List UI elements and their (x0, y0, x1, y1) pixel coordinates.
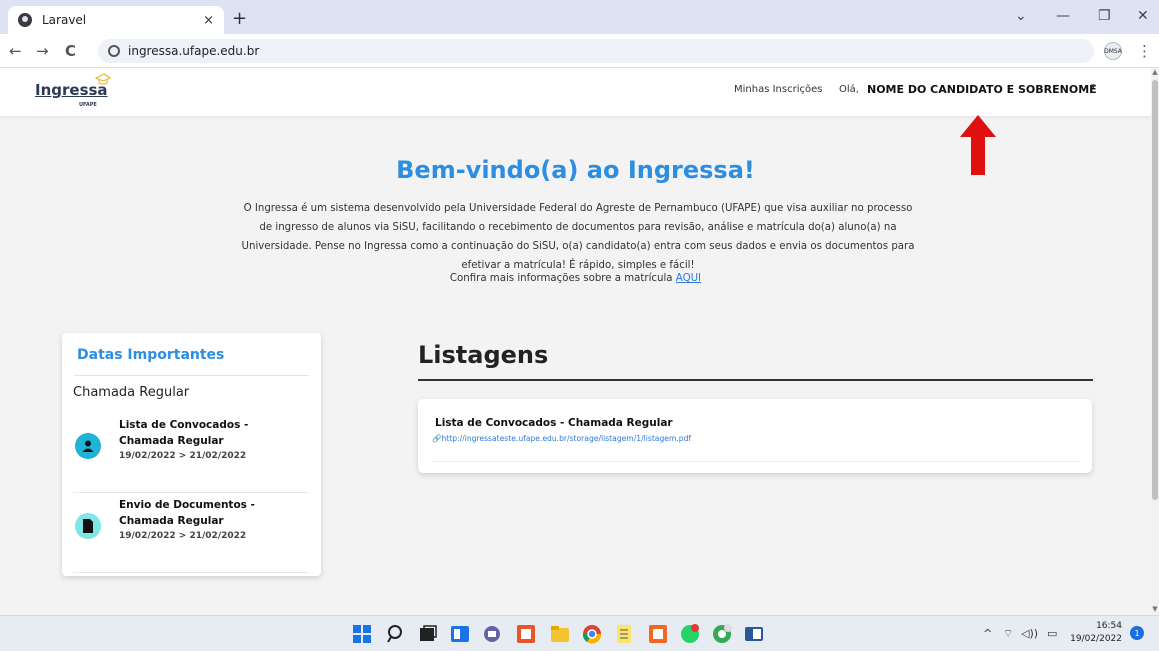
date-item-title-line: Chamada Regular (119, 515, 224, 527)
windows-taskbar: ^ ⌔ ◁)) ▭ 16:54 19/02/2022 1 (0, 615, 1159, 651)
graduation-cap-icon (95, 73, 111, 85)
forward-button[interactable]: → (36, 42, 49, 60)
task-view-icon[interactable] (418, 624, 438, 644)
word-icon[interactable] (744, 624, 764, 644)
tab-search-chevron-icon[interactable]: ⌄ (1015, 8, 1027, 24)
pdf-editor-icon[interactable] (648, 624, 668, 644)
windows-start-icon[interactable] (352, 624, 372, 644)
new-tab-button[interactable]: + (232, 8, 247, 29)
important-dates-card: Datas Importantes Chamada Regular Lista … (62, 333, 321, 576)
wifi-icon[interactable]: ⌔ (1003, 627, 1013, 641)
divider (418, 379, 1093, 381)
site-info-icon[interactable] (108, 45, 120, 57)
site-navbar: Ingressa UFAPE Minhas Inscrições Olá, NO… (0, 68, 1151, 116)
site-favicon-icon (18, 13, 32, 27)
chrome-icon[interactable] (582, 624, 602, 644)
listagem-title: Lista de Convocados - Chamada Regular (435, 417, 673, 429)
notepad-icon[interactable] (614, 624, 634, 644)
important-dates-title: Datas Importantes (77, 347, 225, 363)
more-info-text: Confira mais informações sobre a matrícu… (449, 273, 676, 284)
notification-badge[interactable]: 1 (1130, 626, 1144, 640)
system-clock[interactable]: 16:54 19/02/2022 (1068, 620, 1122, 646)
date-item-title: Envio de Documentos - Chamada Regular (119, 497, 299, 529)
date-item-title-line: Lista de Convocados - (119, 419, 249, 431)
page-viewport: Ingressa UFAPE Minhas Inscrições Olá, NO… (0, 68, 1151, 615)
search-icon[interactable] (386, 624, 406, 644)
widgets-icon[interactable] (450, 624, 470, 644)
browser-tab[interactable]: Laravel × (8, 6, 224, 34)
profile-avatar[interactable]: DMSA (1104, 42, 1122, 60)
chrome-profile-icon[interactable] (712, 624, 732, 644)
restore-button[interactable]: ❐ (1098, 8, 1111, 24)
pdf-app-icon[interactable] (516, 624, 536, 644)
more-info-line: Confira mais informações sobre a matrícu… (0, 273, 1151, 284)
reload-button[interactable]: C (65, 42, 76, 60)
aqui-link[interactable]: AQUI (676, 273, 701, 284)
back-button[interactable]: ← (9, 42, 22, 60)
listagens-heading: Listagens (418, 341, 549, 369)
user-menu[interactable]: NOME DO CANDIDATO E SOBRENOME (867, 83, 1097, 96)
scroll-thumb[interactable] (1152, 80, 1158, 500)
ingressa-logo[interactable]: Ingressa UFAPE (35, 73, 111, 108)
whatsapp-icon[interactable] (680, 624, 700, 644)
section-heading: Chamada Regular (73, 385, 190, 400)
date-item[interactable]: Lista de Convocados - Chamada Regular 19… (73, 415, 309, 493)
clock-time: 16:54 (1096, 621, 1122, 631)
listagem-url[interactable]: http://ingressateste.ufape.edu.br/storag… (441, 434, 691, 443)
date-range: 19/02/2022 > 21/02/2022 (119, 531, 247, 541)
teams-chat-icon[interactable] (482, 624, 502, 644)
date-item-title-line: Chamada Regular (119, 435, 224, 447)
document-icon (75, 513, 101, 539)
url-text: ingressa.ufape.edu.br (128, 44, 260, 58)
intro-line: O Ingressa é um sistema desenvolvido pel… (243, 203, 913, 214)
close-window-button[interactable]: ✕ (1137, 8, 1149, 24)
clock-date: 19/02/2022 (1070, 634, 1122, 644)
logo-subtitle: UFAPE (79, 102, 97, 108)
date-item-title-line: Envio de Documentos - (119, 499, 255, 511)
date-item-title: Lista de Convocados - Chamada Regular (119, 417, 299, 449)
browser-menu-icon[interactable]: ⋮ (1137, 42, 1152, 60)
page-scrollbar[interactable]: ▲ ▼ (1151, 68, 1159, 615)
intro-line: Universidade. Pense no Ingressa como a c… (241, 241, 915, 252)
tray-overflow-icon[interactable]: ^ (983, 627, 992, 640)
url-bar[interactable]: ingressa.ufape.edu.br (98, 39, 1094, 63)
volume-icon[interactable]: ◁)) (1021, 627, 1038, 640)
listagem-link[interactable]: 🔗http://ingressateste.ufape.edu.br/stora… (432, 434, 691, 443)
date-range: 19/02/2022 > 21/02/2022 (119, 451, 247, 461)
tab-title: Laravel (42, 13, 87, 27)
date-item[interactable]: Envio de Documentos - Chamada Regular 19… (73, 495, 309, 573)
welcome-title: Bem-vindo(a) ao Ingressa! (396, 156, 755, 184)
browser-tab-strip: Laravel × + ⌄ — ❐ ✕ (0, 0, 1159, 34)
user-icon (75, 433, 101, 459)
intro-line: de ingresso de alunos via SiSU, facilita… (259, 222, 897, 233)
user-menu-caret-icon[interactable]: ▾ (1091, 82, 1096, 92)
divider (74, 375, 309, 376)
scroll-up-icon[interactable]: ▲ (1151, 68, 1159, 76)
file-explorer-icon[interactable] (550, 624, 570, 644)
address-toolbar: ← → C ingressa.ufape.edu.br DMSA ⋮ (0, 34, 1159, 68)
battery-icon[interactable]: ▭ (1047, 627, 1057, 640)
listagem-card: Lista de Convocados - Chamada Regular 🔗h… (418, 399, 1092, 473)
scroll-down-icon[interactable]: ▼ (1151, 605, 1159, 613)
minimize-button[interactable]: — (1056, 8, 1070, 24)
nav-minhas-inscricoes[interactable]: Minhas Inscrições (734, 84, 822, 95)
greeting-label: Olá, (839, 84, 859, 95)
intro-paragraph: O Ingressa é um sistema desenvolvido pel… (222, 199, 934, 275)
tab-close-icon[interactable]: × (203, 13, 214, 28)
divider (432, 461, 1080, 462)
